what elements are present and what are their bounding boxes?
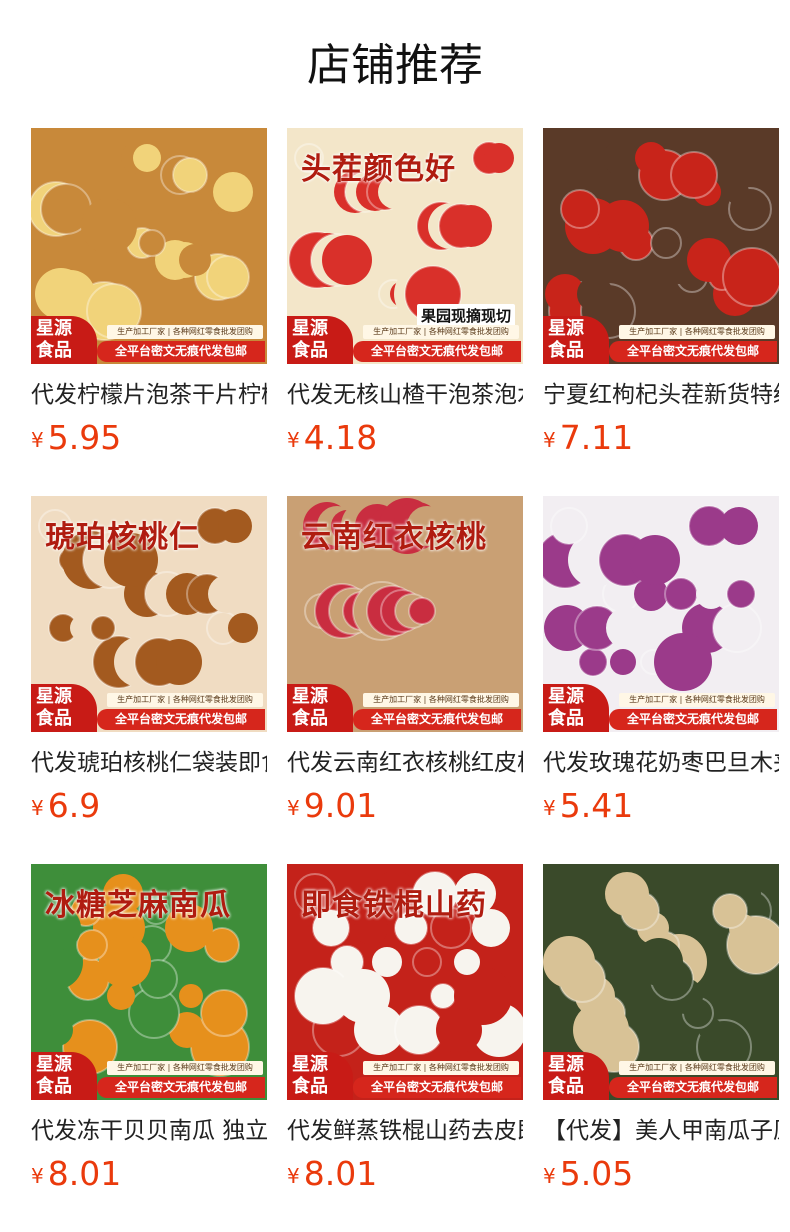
currency-symbol: ¥ (543, 796, 556, 820)
badge-brand: 星源 食品 (287, 1052, 353, 1100)
badge-slogan: 全平台密文无痕代发包邮 (353, 709, 521, 730)
badge-note: 生产加工厂家 | 各种网红零食批发团购 (619, 693, 775, 707)
badge-note: 生产加工厂家 | 各种网红零食批发团购 (107, 693, 263, 707)
shop-badge: 生产加工厂家 | 各种网红零食批发团购 全平台密文无痕代发包邮 星源 食品 (543, 1052, 779, 1100)
product-card[interactable]: 即食铁棍山药 生产加工厂家 | 各种网红零食批发团购 全平台密文无痕代发包邮 星… (287, 864, 523, 1232)
badge-brand: 星源 食品 (31, 684, 97, 732)
product-grid: 生产加工厂家 | 各种网红零食批发团购 全平台密文无痕代发包邮 星源 食品 代发… (31, 128, 779, 1232)
product-name[interactable]: 代发云南红衣核桃红皮核桃 (287, 746, 523, 780)
image-overlay-title: 即食铁棍山药 (301, 888, 487, 923)
product-card[interactable]: 生产加工厂家 | 各种网红零食批发团购 全平台密文无痕代发包邮 星源 食品 宁夏… (543, 128, 779, 496)
badge-note: 生产加工厂家 | 各种网红零食批发团购 (363, 1061, 519, 1075)
currency-symbol: ¥ (31, 796, 44, 820)
price-value: 5.95 (47, 418, 122, 457)
product-image[interactable]: 头茬颜色好 果园现摘现切 生产加工厂家 | 各种网红零食批发团购 全平台密文无痕… (287, 128, 523, 364)
price-value: 9.01 (303, 786, 378, 825)
product-price: ¥7.11 (543, 418, 779, 464)
product-name[interactable]: 代发琥珀核桃仁袋装即食 (31, 746, 267, 780)
badge-brand: 星源 食品 (287, 684, 353, 732)
image-overlay-title: 冰糖芝麻南瓜 (45, 888, 231, 923)
product-card[interactable]: 头茬颜色好 果园现摘现切 生产加工厂家 | 各种网红零食批发团购 全平台密文无痕… (287, 128, 523, 496)
badge-slogan: 全平台密文无痕代发包邮 (97, 1077, 265, 1098)
badge-note: 生产加工厂家 | 各种网红零食批发团购 (107, 325, 263, 339)
shop-badge: 生产加工厂家 | 各种网红零食批发团购 全平台密文无痕代发包邮 星源 食品 (287, 684, 523, 732)
product-card[interactable]: 琥珀核桃仁 生产加工厂家 | 各种网红零食批发团购 全平台密文无痕代发包邮 星源… (31, 496, 267, 864)
product-image[interactable]: 即食铁棍山药 生产加工厂家 | 各种网红零食批发团购 全平台密文无痕代发包邮 星… (287, 864, 523, 1100)
shop-badge: 生产加工厂家 | 各种网红零食批发团购 全平台密文无痕代发包邮 星源 食品 (31, 684, 267, 732)
badge-slogan: 全平台密文无痕代发包邮 (609, 341, 777, 362)
badge-slogan: 全平台密文无痕代发包邮 (353, 1077, 521, 1098)
badge-note: 生产加工厂家 | 各种网红零食批发团购 (363, 325, 519, 339)
shop-badge: 生产加工厂家 | 各种网红零食批发团购 全平台密文无痕代发包邮 星源 食品 (287, 1052, 523, 1100)
product-price: ¥5.41 (543, 786, 779, 832)
badge-slogan: 全平台密文无痕代发包邮 (353, 341, 521, 362)
product-name[interactable]: 代发玫瑰花奶枣巴旦木夹心 (543, 746, 779, 780)
shop-badge: 生产加工厂家 | 各种网红零食批发团购 全平台密文无痕代发包邮 星源 食品 (31, 316, 267, 364)
shop-badge: 生产加工厂家 | 各种网红零食批发团购 全平台密文无痕代发包邮 星源 食品 (543, 684, 779, 732)
product-name[interactable]: 宁夏红枸杞头茬新货特级 (543, 378, 779, 412)
price-value: 8.01 (303, 1154, 378, 1193)
image-overlay-title: 云南红衣核桃 (301, 520, 487, 555)
product-image[interactable]: 琥珀核桃仁 生产加工厂家 | 各种网红零食批发团购 全平台密文无痕代发包邮 星源… (31, 496, 267, 732)
product-image[interactable]: 冰糖芝麻南瓜 生产加工厂家 | 各种网红零食批发团购 全平台密文无痕代发包邮 星… (31, 864, 267, 1100)
currency-symbol: ¥ (543, 428, 556, 452)
shop-badge: 生产加工厂家 | 各种网红零食批发团购 全平台密文无痕代发包邮 星源 食品 (31, 1052, 267, 1100)
product-price: ¥6.9 (31, 786, 267, 832)
product-image[interactable]: 生产加工厂家 | 各种网红零食批发团购 全平台密文无痕代发包邮 星源 食品 (543, 864, 779, 1100)
product-image[interactable]: 云南红衣核桃 生产加工厂家 | 各种网红零食批发团购 全平台密文无痕代发包邮 星… (287, 496, 523, 732)
product-price: ¥8.01 (287, 1154, 523, 1200)
badge-brand: 星源 食品 (31, 1052, 97, 1100)
badge-slogan: 全平台密文无痕代发包邮 (609, 1077, 777, 1098)
price-value: 6.9 (47, 786, 101, 825)
price-value: 5.05 (559, 1154, 634, 1193)
badge-note: 生产加工厂家 | 各种网红零食批发团购 (363, 693, 519, 707)
product-image[interactable]: 生产加工厂家 | 各种网红零食批发团购 全平台密文无痕代发包邮 星源 食品 (31, 128, 267, 364)
currency-symbol: ¥ (31, 1164, 44, 1188)
badge-slogan: 全平台密文无痕代发包邮 (97, 709, 265, 730)
product-card[interactable]: 冰糖芝麻南瓜 生产加工厂家 | 各种网红零食批发团购 全平台密文无痕代发包邮 星… (31, 864, 267, 1232)
price-value: 5.41 (559, 786, 634, 825)
badge-brand: 星源 食品 (543, 316, 609, 364)
badge-brand: 星源 食品 (543, 1052, 609, 1100)
image-overlay-title: 琥珀核桃仁 (45, 520, 200, 555)
product-card[interactable]: 云南红衣核桃 生产加工厂家 | 各种网红零食批发团购 全平台密文无痕代发包邮 星… (287, 496, 523, 864)
badge-brand: 星源 食品 (287, 316, 353, 364)
product-name[interactable]: 代发柠檬片泡茶干片柠檬 (31, 378, 267, 412)
shop-badge: 生产加工厂家 | 各种网红零食批发团购 全平台密文无痕代发包邮 星源 食品 (287, 316, 523, 364)
currency-symbol: ¥ (287, 796, 300, 820)
product-image[interactable]: 生产加工厂家 | 各种网红零食批发团购 全平台密文无痕代发包邮 星源 食品 (543, 496, 779, 732)
product-price: ¥5.05 (543, 1154, 779, 1200)
product-name[interactable]: 代发鲜蒸铁棍山药去皮即食 (287, 1114, 523, 1148)
price-value: 8.01 (47, 1154, 122, 1193)
currency-symbol: ¥ (287, 428, 300, 452)
currency-symbol: ¥ (31, 428, 44, 452)
shop-badge: 生产加工厂家 | 各种网红零食批发团购 全平台密文无痕代发包邮 星源 食品 (543, 316, 779, 364)
product-card[interactable]: 生产加工厂家 | 各种网红零食批发团购 全平台密文无痕代发包邮 星源 食品 【代… (543, 864, 779, 1232)
price-value: 7.11 (559, 418, 634, 457)
product-card[interactable]: 生产加工厂家 | 各种网红零食批发团购 全平台密文无痕代发包邮 星源 食品 代发… (543, 496, 779, 864)
badge-slogan: 全平台密文无痕代发包邮 (97, 341, 265, 362)
product-price: ¥8.01 (31, 1154, 267, 1200)
currency-symbol: ¥ (543, 1164, 556, 1188)
product-price: ¥5.95 (31, 418, 267, 464)
price-value: 4.18 (303, 418, 378, 457)
badge-slogan: 全平台密文无痕代发包邮 (609, 709, 777, 730)
badge-brand: 星源 食品 (31, 316, 97, 364)
section-title: 店铺推荐 (307, 40, 483, 91)
badge-brand: 星源 食品 (543, 684, 609, 732)
image-overlay-title: 头茬颜色好 (301, 152, 456, 187)
product-name[interactable]: 代发无核山楂干泡茶泡水 (287, 378, 523, 412)
product-image[interactable]: 生产加工厂家 | 各种网红零食批发团购 全平台密文无痕代发包邮 星源 食品 (543, 128, 779, 364)
product-name[interactable]: 代发冻干贝贝南瓜 独立包装 (31, 1114, 267, 1148)
currency-symbol: ¥ (287, 1164, 300, 1188)
badge-note: 生产加工厂家 | 各种网红零食批发团购 (619, 1061, 775, 1075)
product-price: ¥9.01 (287, 786, 523, 832)
product-name[interactable]: 【代发】美人甲南瓜子原味 (543, 1114, 779, 1148)
product-card[interactable]: 生产加工厂家 | 各种网红零食批发团购 全平台密文无痕代发包邮 星源 食品 代发… (31, 128, 267, 496)
badge-note: 生产加工厂家 | 各种网红零食批发团购 (619, 325, 775, 339)
badge-note: 生产加工厂家 | 各种网红零食批发团购 (107, 1061, 263, 1075)
product-price: ¥4.18 (287, 418, 523, 464)
